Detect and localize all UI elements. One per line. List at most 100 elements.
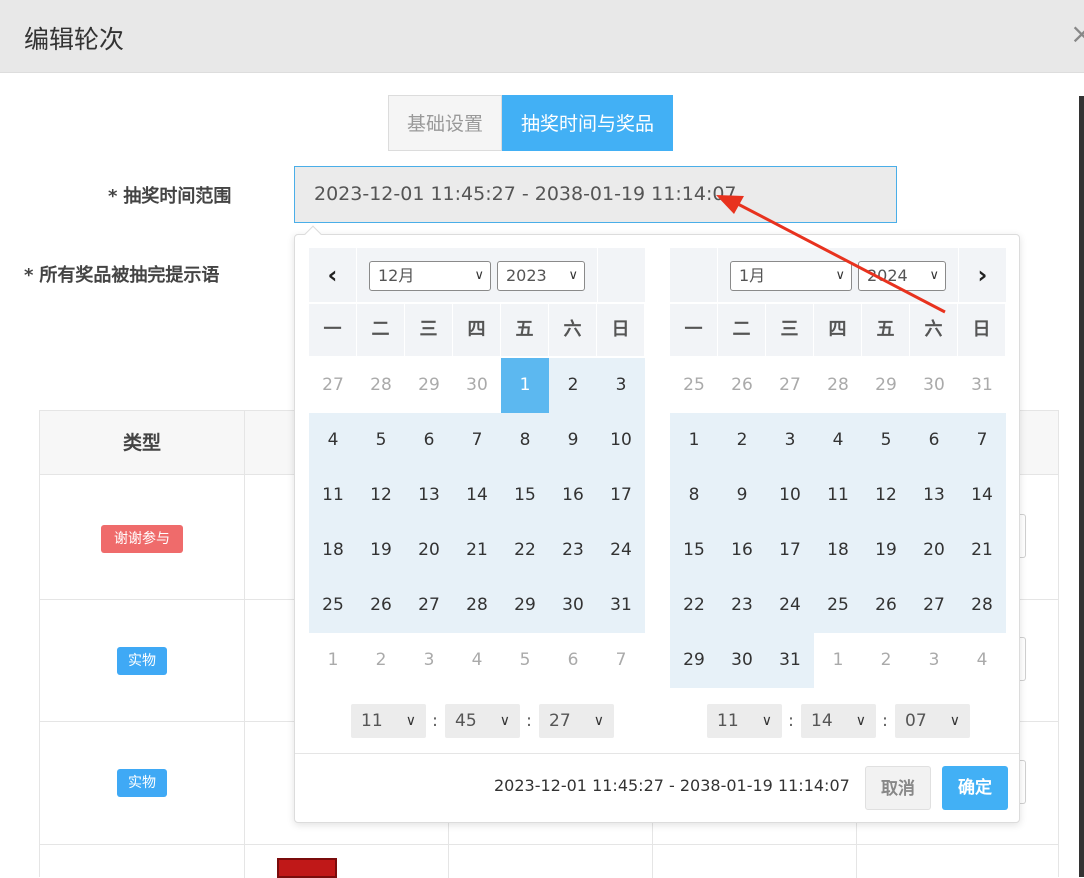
calendar-day[interactable]: 29 (862, 358, 910, 413)
calendar-day[interactable]: 28 (357, 358, 405, 413)
minute-select[interactable]: 14 ∨ (801, 704, 876, 738)
calendar-day[interactable]: 6 (910, 413, 958, 468)
calendar-day[interactable]: 16 (718, 523, 766, 578)
tab-time-and-prizes[interactable]: 抽奖时间与奖品 (502, 95, 674, 151)
calendar-day[interactable]: 4 (453, 633, 501, 688)
calendar-day[interactable]: 5 (501, 633, 549, 688)
calendar-day[interactable]: 8 (670, 468, 718, 523)
calendar-day[interactable]: 4 (958, 633, 1006, 688)
calendar-day[interactable]: 10 (597, 413, 645, 468)
calendar-day[interactable]: 30 (453, 358, 501, 413)
hour-select[interactable]: 11 ∨ (351, 704, 426, 738)
calendar-day[interactable]: 1 (501, 358, 549, 413)
calendar-day[interactable]: 22 (501, 523, 549, 578)
calendar-day[interactable]: 10 (766, 468, 814, 523)
calendar-day[interactable]: 1 (814, 633, 862, 688)
calendar-day[interactable]: 23 (549, 523, 597, 578)
calendar-day[interactable]: 25 (309, 578, 357, 633)
calendar-day[interactable]: 3 (766, 413, 814, 468)
calendar-day[interactable]: 2 (357, 633, 405, 688)
calendar-day[interactable]: 25 (670, 358, 718, 413)
tab-basic-settings[interactable]: 基础设置 (388, 95, 503, 151)
calendar-day[interactable]: 25 (814, 578, 862, 633)
calendar-day[interactable]: 17 (766, 523, 814, 578)
calendar-day[interactable]: 30 (549, 578, 597, 633)
calendar-day[interactable]: 3 (910, 633, 958, 688)
calendar-day[interactable]: 5 (357, 413, 405, 468)
calendar-day[interactable]: 7 (597, 633, 645, 688)
calendar-day[interactable]: 22 (670, 578, 718, 633)
calendar-day[interactable]: 27 (766, 358, 814, 413)
calendar-day[interactable]: 1 (309, 633, 357, 688)
calendar-day[interactable]: 5 (862, 413, 910, 468)
calendar-day[interactable]: 2 (862, 633, 910, 688)
calendar-day[interactable]: 2 (549, 358, 597, 413)
calendar-day[interactable]: 21 (958, 523, 1006, 578)
calendar-day[interactable]: 26 (718, 358, 766, 413)
calendar-day[interactable]: 18 (309, 523, 357, 578)
calendar-day[interactable]: 7 (453, 413, 501, 468)
calendar-day[interactable]: 20 (405, 523, 453, 578)
calendar-day[interactable]: 30 (718, 633, 766, 688)
calendar-day[interactable]: 12 (357, 468, 405, 523)
calendar-day[interactable]: 13 (910, 468, 958, 523)
calendar-day[interactable]: 3 (405, 633, 453, 688)
calendar-day[interactable]: 23 (718, 578, 766, 633)
calendar-day[interactable]: 18 (814, 523, 862, 578)
calendar-day[interactable]: 19 (357, 523, 405, 578)
cancel-button[interactable]: 取消 (865, 766, 931, 810)
calendar-day[interactable]: 14 (453, 468, 501, 523)
year-select[interactable]: 2024 ∨ (858, 261, 946, 291)
calendar-day[interactable]: 6 (549, 633, 597, 688)
calendar-day[interactable]: 11 (309, 468, 357, 523)
calendar-day[interactable]: 26 (862, 578, 910, 633)
month-select[interactable]: 1月 ∨ (730, 261, 852, 291)
calendar-day[interactable]: 30 (910, 358, 958, 413)
calendar-day[interactable]: 20 (910, 523, 958, 578)
time-range-input[interactable]: 2023-12-01 11:45:27 - 2038-01-19 11:14:0… (294, 166, 897, 223)
second-select[interactable]: 27 ∨ (539, 704, 614, 738)
confirm-button[interactable]: 确定 (942, 766, 1008, 810)
calendar-day[interactable]: 19 (862, 523, 910, 578)
calendar-day[interactable]: 28 (453, 578, 501, 633)
close-icon[interactable]: × (1070, 20, 1084, 48)
calendar-day[interactable]: 6 (405, 413, 453, 468)
calendar-day[interactable]: 17 (597, 468, 645, 523)
calendar-day[interactable]: 3 (597, 358, 645, 413)
calendar-day[interactable]: 27 (405, 578, 453, 633)
year-select[interactable]: 2023 ∨ (497, 261, 585, 291)
calendar-day[interactable]: 31 (958, 358, 1006, 413)
calendar-day[interactable]: 14 (958, 468, 1006, 523)
calendar-day[interactable]: 27 (910, 578, 958, 633)
calendar-day[interactable]: 15 (670, 523, 718, 578)
calendar-day[interactable]: 15 (501, 468, 549, 523)
calendar-day[interactable]: 9 (549, 413, 597, 468)
calendar-day[interactable]: 21 (453, 523, 501, 578)
prev-month-button[interactable]: ‹ (309, 248, 356, 302)
second-select[interactable]: 07 ∨ (895, 704, 970, 738)
calendar-day[interactable]: 8 (501, 413, 549, 468)
calendar-day[interactable]: 9 (718, 468, 766, 523)
calendar-day[interactable]: 31 (597, 578, 645, 633)
calendar-day[interactable]: 28 (814, 358, 862, 413)
scrollbar[interactable] (1079, 96, 1084, 877)
calendar-day[interactable]: 4 (309, 413, 357, 468)
hour-select[interactable]: 11 ∨ (707, 704, 782, 738)
minute-select[interactable]: 45 ∨ (445, 704, 520, 738)
calendar-day[interactable]: 7 (958, 413, 1006, 468)
calendar-day[interactable]: 24 (766, 578, 814, 633)
calendar-day[interactable]: 12 (862, 468, 910, 523)
calendar-day[interactable]: 2 (718, 413, 766, 468)
calendar-day[interactable]: 11 (814, 468, 862, 523)
calendar-day[interactable]: 16 (549, 468, 597, 523)
calendar-day[interactable]: 24 (597, 523, 645, 578)
calendar-day[interactable]: 31 (766, 633, 814, 688)
calendar-day[interactable]: 27 (309, 358, 357, 413)
month-select[interactable]: 12月 ∨ (369, 261, 491, 291)
calendar-day[interactable]: 28 (958, 578, 1006, 633)
calendar-day[interactable]: 29 (501, 578, 549, 633)
calendar-day[interactable]: 29 (405, 358, 453, 413)
calendar-day[interactable]: 1 (670, 413, 718, 468)
calendar-day[interactable]: 26 (357, 578, 405, 633)
calendar-day[interactable]: 29 (670, 633, 718, 688)
